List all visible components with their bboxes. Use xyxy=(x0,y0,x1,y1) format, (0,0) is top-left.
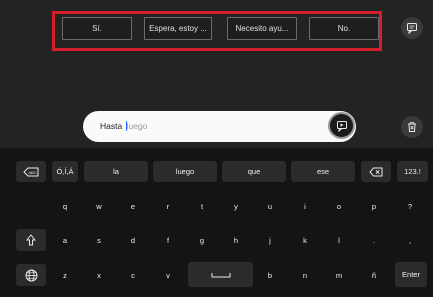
smart-reply-chip[interactable]: No. xyxy=(309,17,379,40)
trash-x-icon xyxy=(408,122,416,132)
backspace-key[interactable] xyxy=(361,161,391,182)
letter-key[interactable]: p xyxy=(361,196,387,216)
smart-reply-chip[interactable]: Necesito ayu... xyxy=(227,17,297,40)
symbol-key[interactable]: , xyxy=(397,230,423,250)
word-suggestion-key[interactable]: ese xyxy=(291,161,355,182)
word-suggestion-key[interactable]: luego xyxy=(153,161,217,182)
letter-key[interactable]: x xyxy=(86,265,112,285)
letter-key[interactable]: k xyxy=(292,230,318,250)
letter-key[interactable]: o xyxy=(326,196,352,216)
language-key[interactable] xyxy=(16,264,46,286)
letter-key[interactable]: n xyxy=(292,265,318,285)
letter-key[interactable]: r xyxy=(155,196,181,216)
letter-key[interactable]: h xyxy=(223,230,249,250)
send-icon xyxy=(336,120,347,132)
svg-text:ABC: ABC xyxy=(28,169,36,174)
letter-key[interactable]: y xyxy=(223,196,249,216)
chat-button[interactable] xyxy=(401,17,423,39)
chat-bubble-icon xyxy=(407,23,417,34)
message-text: Hasta luego xyxy=(100,121,147,131)
clear-button[interactable] xyxy=(401,116,423,138)
letter-key[interactable]: d xyxy=(120,230,146,250)
word-suggestion-key[interactable]: que xyxy=(222,161,286,182)
letter-key[interactable]: c xyxy=(120,265,146,285)
abc-key[interactable]: ABC xyxy=(16,161,46,182)
space-bar-icon xyxy=(211,272,230,277)
space-key[interactable] xyxy=(188,262,253,287)
symbol-key[interactable]: . xyxy=(361,230,387,250)
smart-reply-chip[interactable]: Sí. xyxy=(62,17,132,40)
accents-key[interactable]: Ó,Í,Á xyxy=(52,161,78,182)
letter-key[interactable]: u xyxy=(257,196,283,216)
enter-key[interactable]: Enter xyxy=(395,262,427,287)
abc-backspace-icon: ABC xyxy=(23,167,39,176)
letter-key[interactable]: a xyxy=(52,230,78,250)
numbers-key[interactable]: 123.! xyxy=(397,161,428,182)
letter-key[interactable]: z xyxy=(52,265,78,285)
letter-key[interactable]: b xyxy=(257,265,283,285)
letter-key[interactable]: g xyxy=(189,230,215,250)
inline-suggestion: luego xyxy=(126,121,148,131)
letter-key[interactable]: e xyxy=(120,196,146,216)
letter-key[interactable]: f xyxy=(155,230,181,250)
letter-key[interactable]: t xyxy=(189,196,215,216)
smart-reply-chip[interactable]: Espera, estoy ... xyxy=(144,17,212,40)
backspace-icon xyxy=(369,167,383,176)
symbol-key[interactable]: ? xyxy=(397,196,423,216)
keyboard: ABC Ó,Í,Á la luego que ese 123.! q w e r… xyxy=(0,148,433,297)
typed-text: Hasta xyxy=(100,121,125,131)
message-input[interactable]: Hasta luego xyxy=(83,111,356,142)
letter-key[interactable]: w xyxy=(86,196,112,216)
letter-key[interactable]: ñ xyxy=(361,265,387,285)
word-suggestion-key[interactable]: la xyxy=(84,161,148,182)
shift-key[interactable] xyxy=(16,229,46,251)
letter-key[interactable]: j xyxy=(257,230,283,250)
globe-icon xyxy=(25,269,37,281)
letter-key[interactable]: i xyxy=(292,196,318,216)
letter-key[interactable]: m xyxy=(326,265,352,285)
letter-key[interactable]: s xyxy=(86,230,112,250)
letter-key[interactable]: q xyxy=(52,196,78,216)
letter-key[interactable]: v xyxy=(155,265,181,285)
send-button[interactable] xyxy=(328,112,355,139)
letter-key[interactable]: l xyxy=(326,230,352,250)
shift-arrow-icon xyxy=(26,234,36,246)
